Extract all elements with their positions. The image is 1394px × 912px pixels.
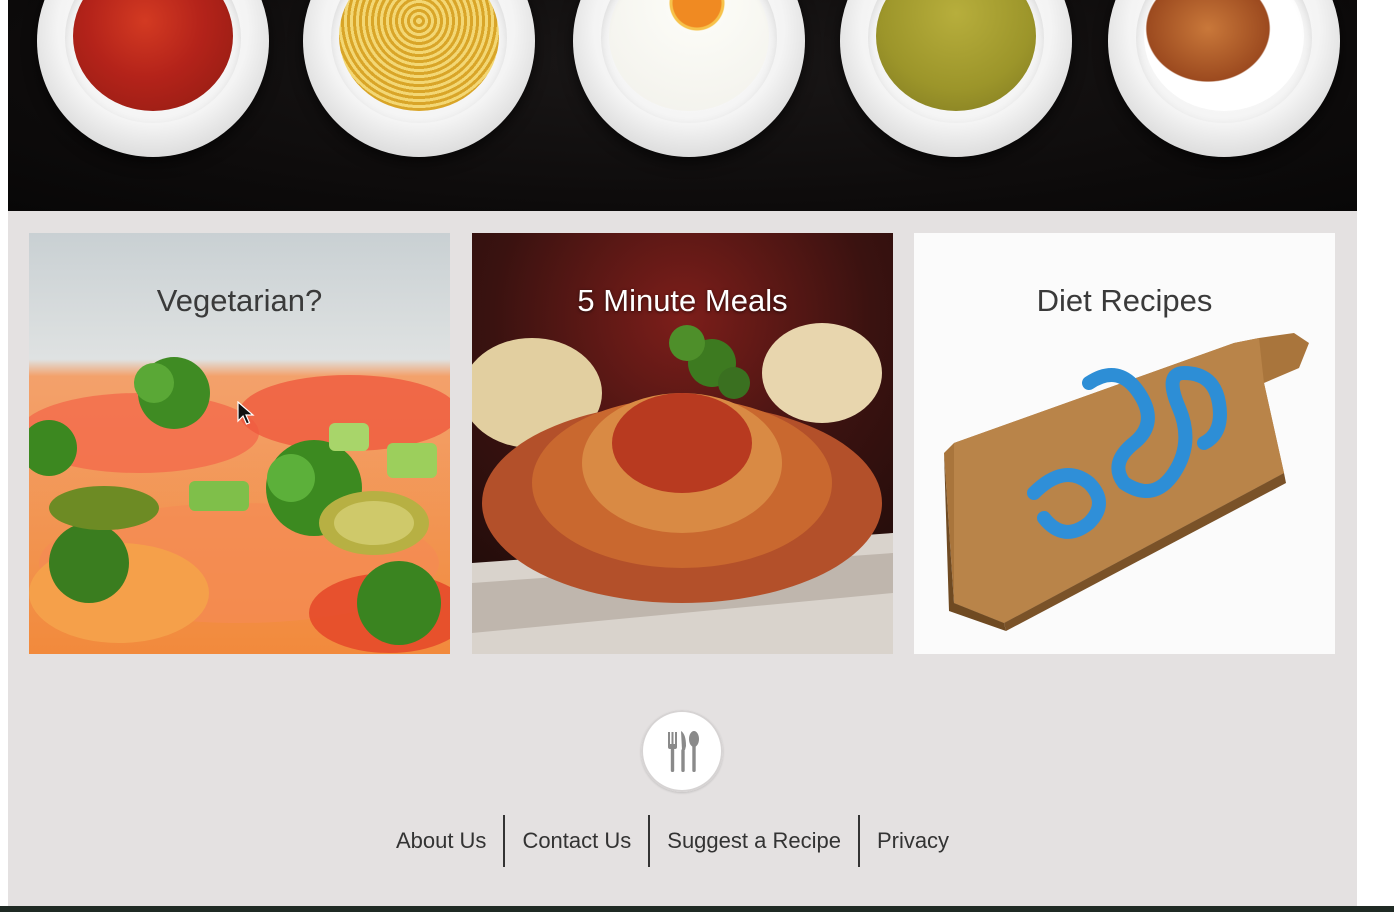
category-title: Diet Recipes (1036, 283, 1213, 318)
footer-link-about-us[interactable]: About Us (379, 815, 504, 867)
footer-link-suggest-a-recipe[interactable]: Suggest a Recipe (650, 815, 858, 867)
plate-fried-egg (573, 0, 805, 157)
category-tiles: Vegetarian? 5 Minute Meals Diet Recipes (8, 211, 1357, 683)
site-logo[interactable] (641, 710, 723, 792)
plate-spaghetti (303, 0, 535, 157)
category-title: Vegetarian? (156, 283, 323, 318)
plate-tomato-soup (37, 0, 269, 157)
page: Vegetarian? 5 Minute Meals Diet Recipes … (8, 0, 1357, 912)
category-tile-vegetarian[interactable]: Vegetarian? (29, 233, 450, 654)
mouse-cursor-icon (237, 401, 255, 425)
footer-nav: About Us Contact Us Suggest a Recipe Pri… (0, 815, 1347, 867)
footer: About Us Contact Us Suggest a Recipe Pri… (8, 683, 1357, 906)
plate-croissants (1108, 0, 1340, 157)
footer-link-privacy[interactable]: Privacy (860, 815, 966, 867)
category-title: 5 Minute Meals (577, 283, 788, 318)
bottom-background-strip (0, 906, 1394, 912)
cutlery-icon (668, 731, 699, 772)
plate-pea-soup (840, 0, 1072, 157)
footer-link-contact-us[interactable]: Contact Us (505, 815, 648, 867)
category-tile-5-minute-meals[interactable]: 5 Minute Meals (472, 233, 893, 654)
category-tile-diet-recipes[interactable]: Diet Recipes (914, 233, 1335, 654)
hero-banner (8, 0, 1357, 211)
